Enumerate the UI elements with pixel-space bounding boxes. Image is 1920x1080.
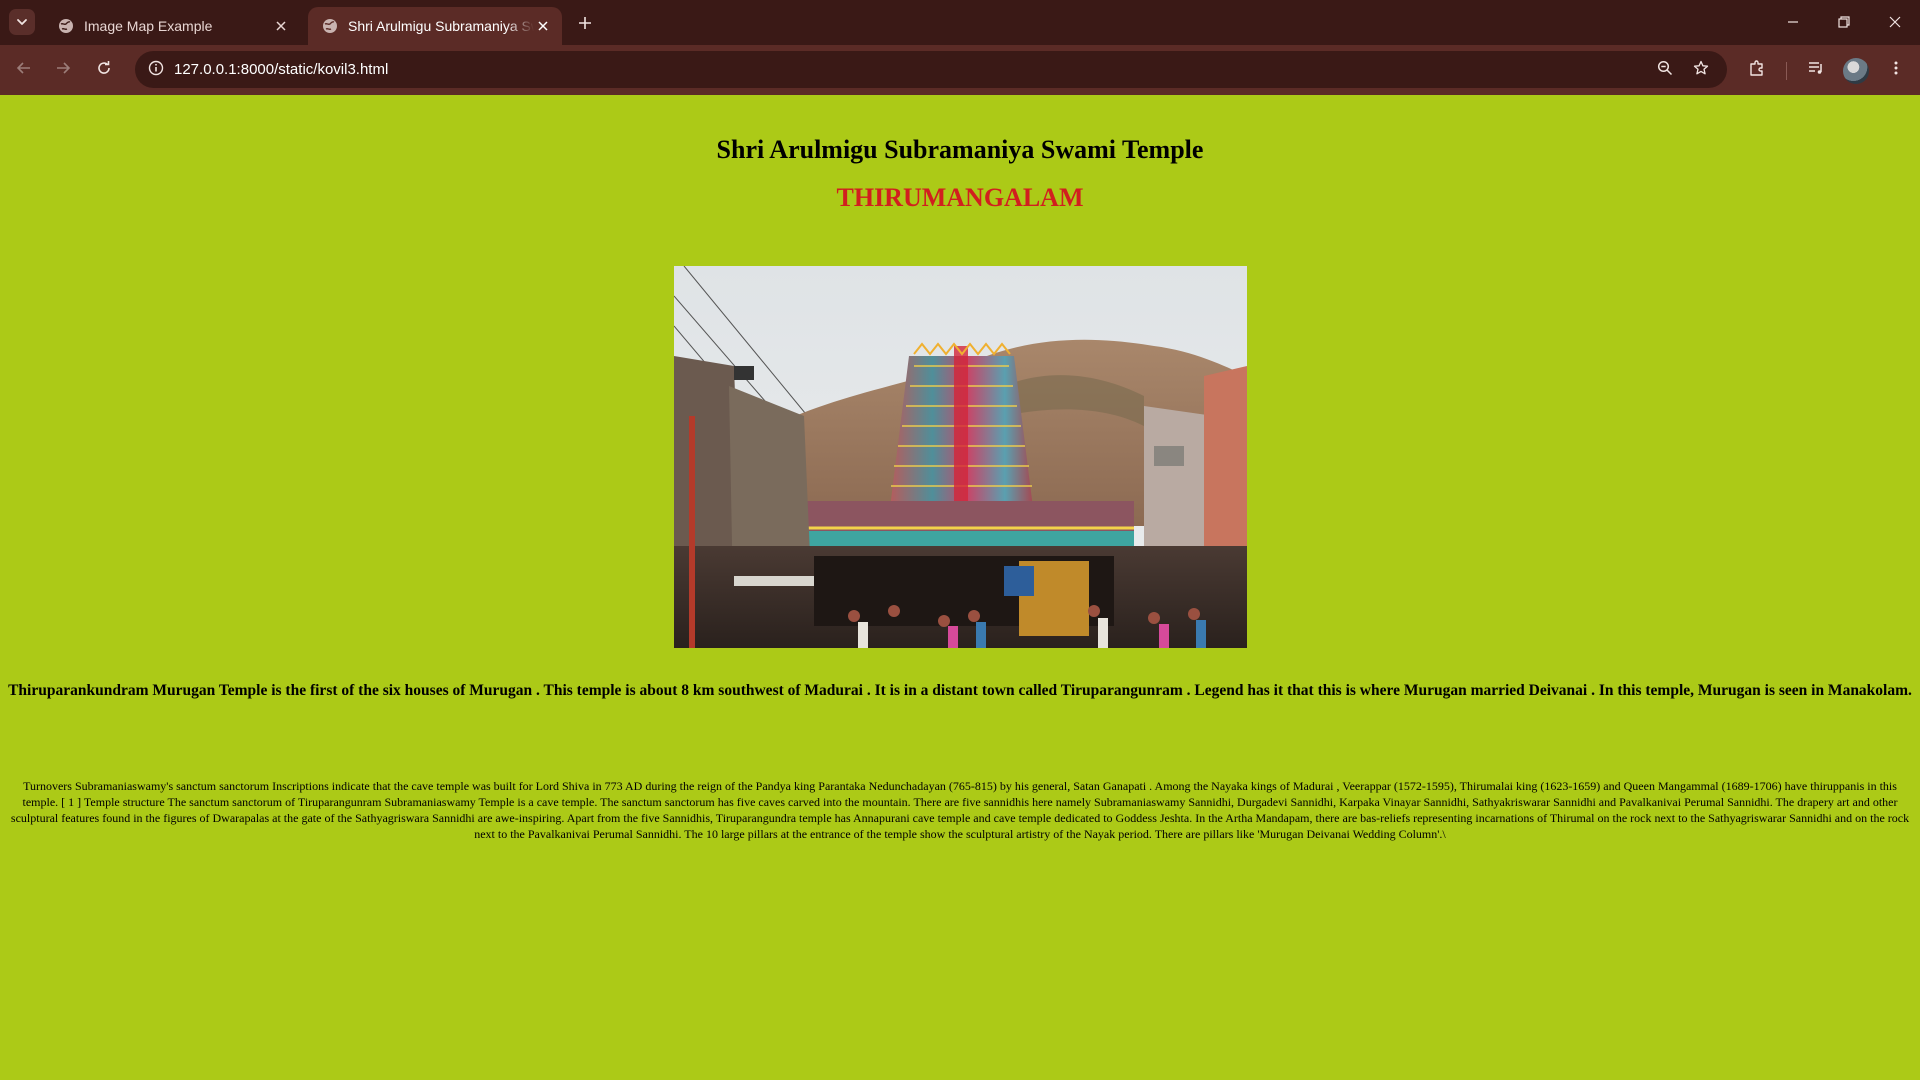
close-icon[interactable] [534, 17, 552, 35]
url-text[interactable]: 127.0.0.1:8000/static/kovil3.html [174, 61, 388, 78]
reload-icon [96, 60, 112, 80]
page-content: Shri Arulmigu Subramaniya Swami Temple T… [0, 95, 1920, 1080]
toolbar-divider [1786, 62, 1787, 80]
browser-toolbar: 127.0.0.1:8000/static/kovil3.html [0, 45, 1920, 95]
temple-photo [674, 266, 1247, 648]
restore-icon [1838, 13, 1850, 32]
bookmark-button[interactable] [1688, 57, 1714, 83]
page-subtitle: THIRUMANGALAM [836, 183, 1084, 212]
zoom-icon [1657, 60, 1673, 80]
globe-icon [322, 18, 338, 34]
back-button[interactable] [10, 56, 38, 84]
puzzle-icon [1748, 59, 1766, 81]
restore-button[interactable] [1829, 8, 1859, 36]
tab-image-map-example[interactable]: Image Map Example [44, 7, 300, 45]
zoom-button[interactable] [1652, 57, 1678, 83]
tab-temple-page[interactable]: Shri Arulmigu Subramaniya Swami Temple [308, 7, 562, 45]
minimize-icon [1787, 13, 1799, 32]
chevron-down-icon [16, 13, 28, 32]
tab-search-button[interactable] [9, 9, 35, 35]
new-tab-button[interactable] [572, 11, 598, 37]
plus-icon [578, 15, 592, 34]
reload-button[interactable] [90, 56, 118, 84]
tab-title: Shri Arulmigu Subramaniya Swami Temple [348, 18, 534, 34]
tab-strip: Image Map Example Shri Arulmigu Subraman… [0, 0, 1920, 45]
browser-menu-button[interactable] [1882, 56, 1910, 84]
minimize-button[interactable] [1778, 8, 1808, 36]
tab-title: Image Map Example [84, 18, 213, 34]
arrow-right-icon [55, 60, 71, 80]
intro-paragraph: Thiruparankundram Murugan Temple is the … [8, 682, 1912, 699]
media-control-icon [1807, 59, 1825, 81]
detail-paragraph: Turnovers Subramaniaswamy's sanctum sanc… [10, 779, 1910, 841]
close-icon [1889, 13, 1901, 32]
window-close-button[interactable] [1880, 8, 1910, 36]
kebab-menu-icon [1888, 60, 1904, 80]
extensions-button[interactable] [1743, 56, 1771, 84]
media-control-button[interactable] [1802, 56, 1830, 84]
page-title: Shri Arulmigu Subramaniya Swami Temple [716, 135, 1204, 164]
info-icon [148, 60, 164, 80]
close-icon[interactable] [272, 17, 290, 35]
forward-button[interactable] [49, 56, 77, 84]
globe-icon [58, 18, 74, 34]
address-bar[interactable]: 127.0.0.1:8000/static/kovil3.html [135, 51, 1727, 88]
arrow-left-icon [16, 60, 32, 80]
avatar[interactable] [1843, 58, 1869, 84]
star-icon [1693, 60, 1709, 80]
site-info-button[interactable] [143, 57, 169, 83]
